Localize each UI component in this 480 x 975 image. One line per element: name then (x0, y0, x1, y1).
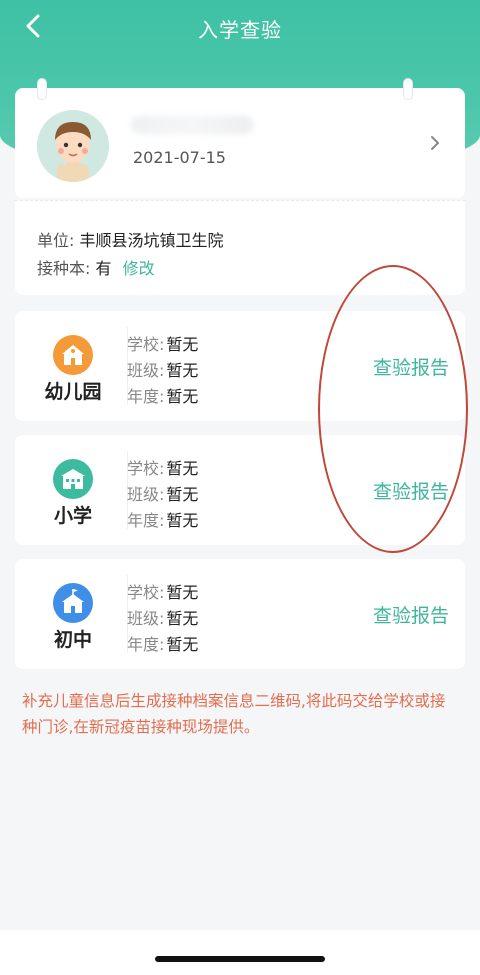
nav-bar: 入学查验 (0, 0, 480, 58)
kindergarten-badge (53, 335, 93, 375)
birthdate: 2021-07-15 (133, 148, 226, 167)
school-field: 学校: 暂无 (127, 459, 199, 478)
middle-school-card: 初中 学校: 暂无 班级: 暂无 年度: 暂无 查验报告 (15, 559, 465, 669)
class-field: 班级: 暂无 (127, 485, 199, 504)
info-note: 补充儿童信息后生成接种档案信息二维码,将此码交给学校或接种门诊,在新冠疫苗接种现… (22, 692, 446, 736)
school-level-label: 幼儿园 (44, 381, 102, 403)
annotation-circle (318, 265, 468, 553)
school-level-label: 初中 (53, 629, 92, 651)
class-field: 班级: 暂无 (127, 361, 199, 380)
unit-label: 单位: (37, 231, 75, 250)
binder-ring (37, 78, 47, 100)
unit-row: 单位: 丰顺县汤坑镇卫生院 (37, 227, 224, 251)
year-field: 年度: 暂无 (127, 511, 199, 530)
middle-school-icon (53, 583, 93, 623)
vaccine-book-label: 接种本: (37, 259, 91, 278)
school-field: 学校: 暂无 (127, 335, 199, 354)
primary-school-badge (53, 459, 93, 499)
vaccine-book-value: 有 (95, 259, 112, 278)
child-profile-card[interactable]: 2021-07-15 (15, 78, 465, 198)
child-avatar-icon (37, 110, 109, 182)
home-indicator[interactable] (155, 956, 325, 962)
bottom-safe-area (0, 930, 480, 975)
avatar (37, 110, 109, 182)
vaccine-book-row: 接种本: 有 修改 (37, 255, 155, 279)
school-level-label: 小学 (53, 505, 92, 527)
page-title: 入学查验 (198, 18, 282, 42)
year-field: 年度: 暂无 (127, 387, 199, 406)
primary-school-icon (53, 459, 93, 499)
school-field: 学校: 暂无 (127, 583, 199, 602)
chevron-right-icon (431, 136, 439, 150)
middle-school-badge (53, 583, 93, 623)
profile-detail-button[interactable] (427, 132, 443, 154)
year-field: 年度: 暂无 (127, 635, 199, 654)
edit-link[interactable]: 修改 (123, 259, 155, 278)
class-field: 班级: 暂无 (127, 609, 199, 628)
child-name-redacted (131, 116, 253, 134)
unit-value: 丰顺县汤坑镇卫生院 (79, 231, 224, 250)
middle-school-report-button[interactable]: 查验报告 (373, 601, 449, 628)
binder-ring (403, 78, 413, 100)
kindergarten-icon (53, 335, 93, 375)
